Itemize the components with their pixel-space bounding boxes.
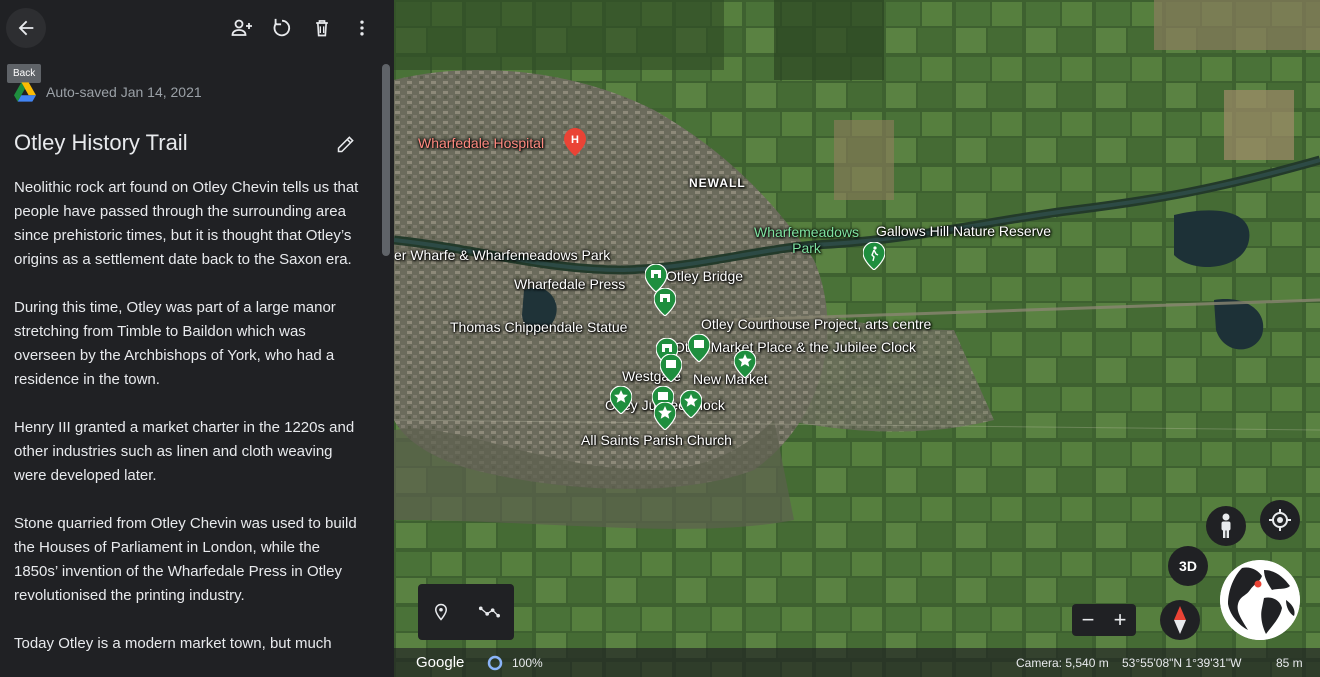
map-label-market-place[interactable]: Otley Market Place & the Jubilee Clock <box>674 339 916 355</box>
loading-progress-icon <box>487 655 503 674</box>
camera-altitude: Camera: 5,540 m <box>1016 656 1109 670</box>
landmark-pin-icon[interactable] <box>654 288 676 316</box>
zoom-controls: − + <box>1072 604 1136 636</box>
landmark-pin-icon[interactable] <box>660 354 682 382</box>
street-view-button[interactable] <box>1206 506 1246 546</box>
back-tooltip: Back <box>7 64 42 83</box>
add-person-icon <box>231 19 252 36</box>
pencil-icon <box>337 136 354 153</box>
star-pin-icon[interactable] <box>610 386 632 414</box>
hospital-pin-icon[interactable]: H <box>564 128 586 156</box>
google-logo: Google <box>416 654 465 671</box>
svg-text:H: H <box>571 134 579 146</box>
map-label-river-wharfe[interactable]: er Wharfe & Wharfemeadows Park <box>394 247 610 263</box>
drawing-tools <box>418 584 514 640</box>
compass-icon <box>1174 606 1186 634</box>
compass-button[interactable] <box>1160 600 1200 640</box>
description-paragraph: Neolithic rock art found on Otley Chevin… <box>14 179 359 268</box>
panel-scrollbar[interactable] <box>382 64 390 256</box>
arrow-back-icon <box>18 20 34 36</box>
add-placemark-icon[interactable] <box>432 602 450 622</box>
map-label-newall: NEWALL <box>689 176 746 190</box>
hiker-pin-icon[interactable] <box>863 242 885 270</box>
status-bar: Google 100% Camera: 5,540 m 53°55'08"N 1… <box>394 648 1320 677</box>
zoom-in-button[interactable]: + <box>1114 609 1127 631</box>
refresh-icon <box>273 18 291 37</box>
description-paragraph: Today Otley is a modern market town, but… <box>14 635 332 652</box>
autosave-text: Auto-saved Jan 14, 2021 <box>46 84 202 100</box>
toggle-3d-button[interactable]: 3D <box>1168 546 1208 586</box>
star-pin-icon[interactable] <box>654 402 676 430</box>
description-paragraph: Henry III granted a market charter in th… <box>14 419 355 484</box>
map-label-hospital[interactable]: Wharfedale Hospital <box>418 135 544 151</box>
scale-readout: 85 m <box>1276 656 1303 670</box>
description-paragraph: During this time, Otley was part of a la… <box>14 299 336 388</box>
project-title: Otley History Trail <box>14 130 188 155</box>
globe-icon <box>1220 560 1300 640</box>
share-button[interactable] <box>222 8 262 48</box>
delete-button[interactable] <box>302 8 342 48</box>
my-location-icon <box>1269 509 1291 531</box>
map-view[interactable]: Wharfedale Hospital H NEWALL Wharfemeado… <box>394 0 1320 677</box>
my-location-button[interactable] <box>1260 500 1300 540</box>
map-label-chippendale-statue[interactable]: Thomas Chippendale Statue <box>450 319 627 335</box>
map-label-courthouse[interactable]: Otley Courthouse Project, arts centre <box>701 316 931 332</box>
zoom-out-button[interactable]: − <box>1082 609 1095 631</box>
refresh-button[interactable] <box>262 8 302 48</box>
project-description: Neolithic rock art found on Otley Chevin… <box>14 176 366 677</box>
map-label-otley-bridge[interactable]: Otley Bridge <box>666 268 743 284</box>
coordinates: 53°55'08"N 1°39'31"W <box>1122 656 1242 670</box>
map-label-wharfemeadows-park[interactable]: Wharfemeadows Park <box>754 224 859 256</box>
loading-percent: 100% <box>512 656 543 670</box>
autosave-status: Auto-saved Jan 14, 2021 <box>14 82 202 102</box>
map-label-gallows-hill[interactable]: Gallows Hill Nature Reserve <box>876 223 1051 239</box>
landmark-pin-icon[interactable] <box>688 334 710 362</box>
star-pin-icon[interactable] <box>734 350 756 378</box>
side-panel: Back Auto-saved Jan 14, 2021 Otley Histo… <box>0 0 394 677</box>
description-paragraph: Stone quarried from Otley Chevin was use… <box>14 515 357 604</box>
back-button[interactable] <box>6 8 46 48</box>
edit-title-button[interactable] <box>326 124 366 164</box>
more-vert-icon <box>360 20 364 36</box>
globe-minimap[interactable] <box>1220 560 1300 640</box>
map-label-wharfedale-press[interactable]: Wharfedale Press <box>514 276 625 292</box>
trash-icon <box>316 20 328 37</box>
more-options-button[interactable] <box>342 8 382 48</box>
pegman-icon <box>1221 513 1231 538</box>
google-drive-icon <box>14 82 36 102</box>
star-pin-icon[interactable] <box>680 390 702 418</box>
map-label-new-market[interactable]: New Market <box>693 371 768 387</box>
map-label-all-saints[interactable]: All Saints Parish Church <box>581 432 732 448</box>
draw-line-icon[interactable] <box>478 604 500 620</box>
